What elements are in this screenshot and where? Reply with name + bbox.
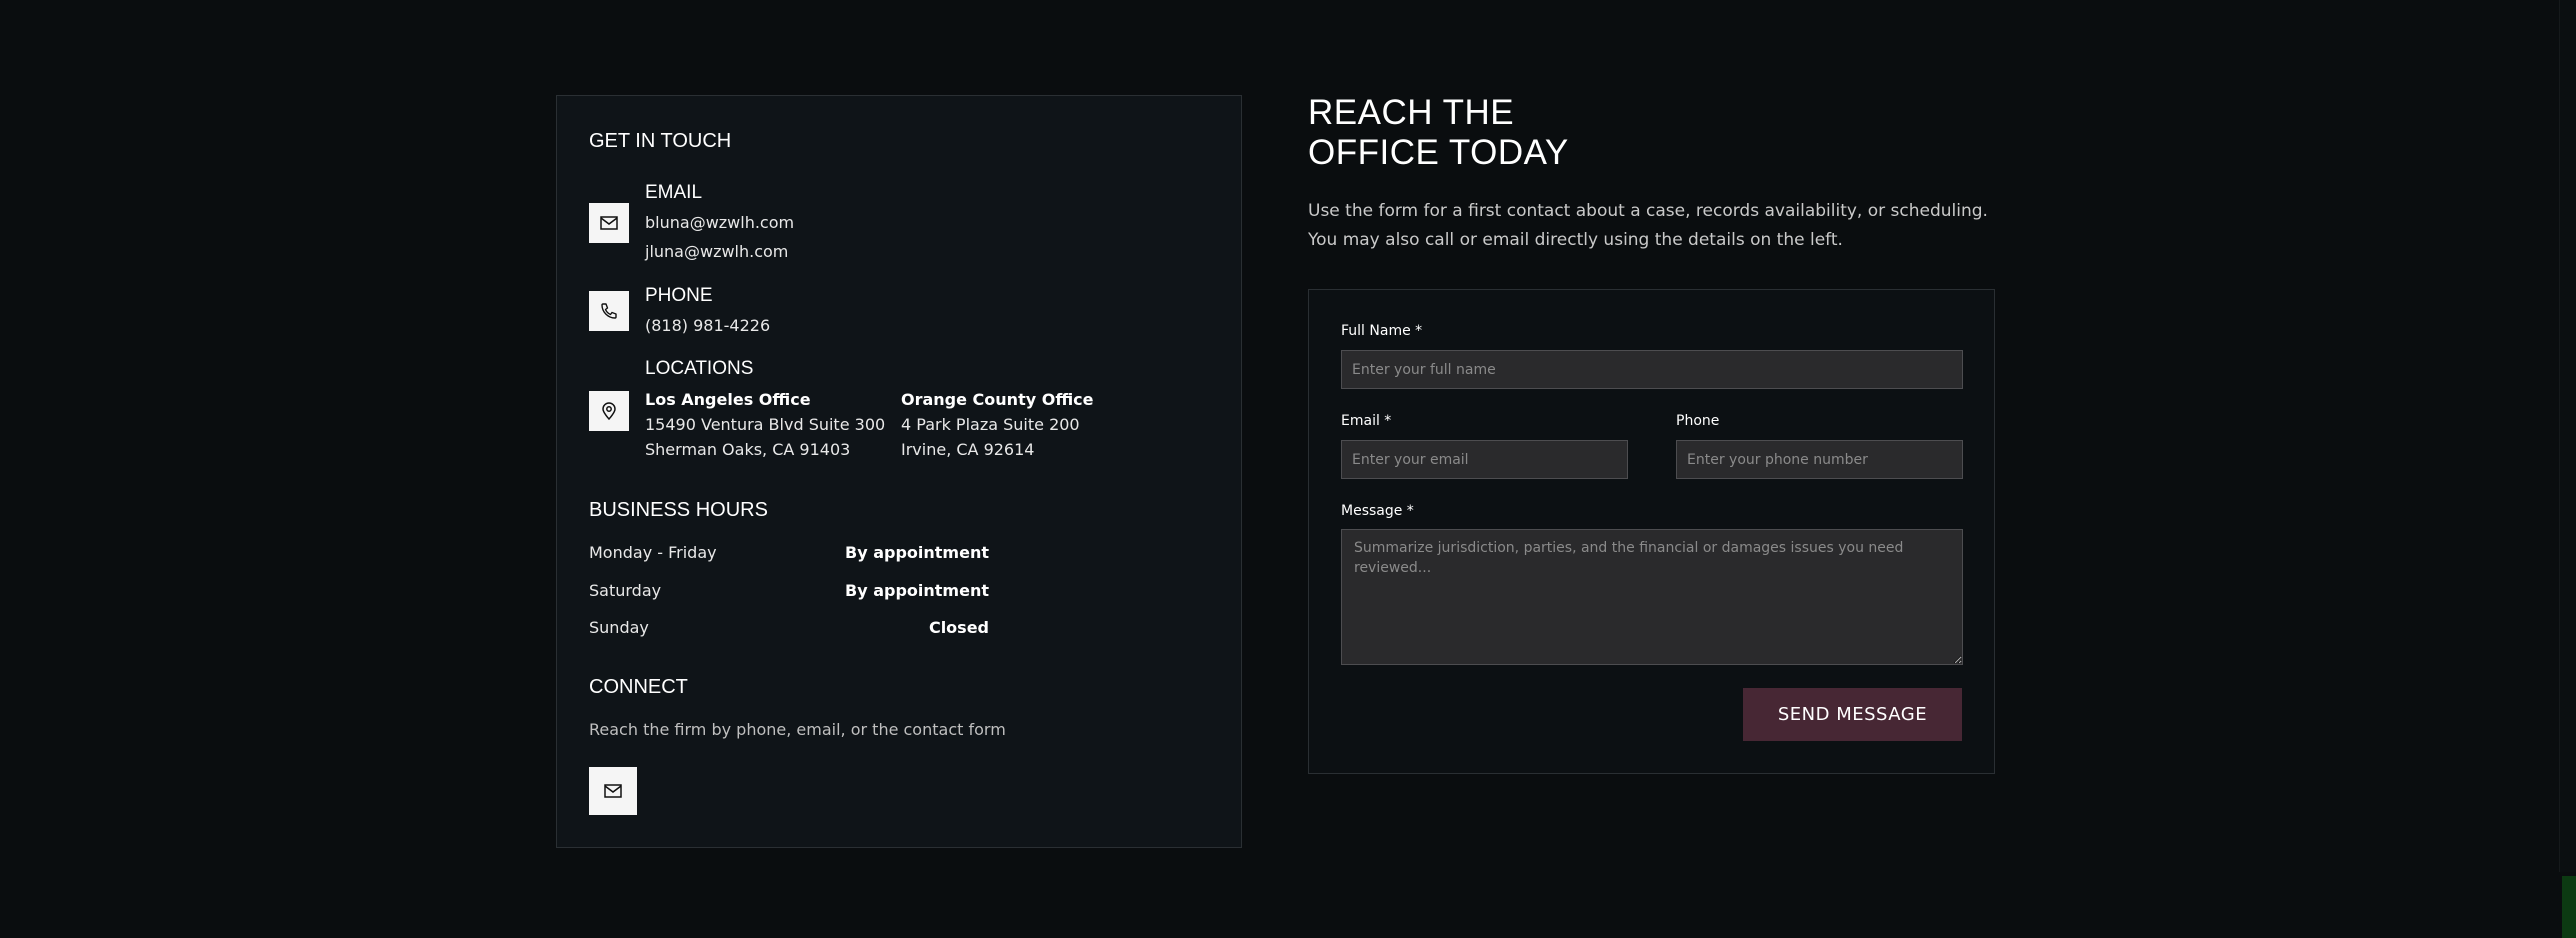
scrollbar[interactable] — [2559, 0, 2576, 872]
email-label: EMAIL — [645, 182, 703, 203]
hours-day-weekdays: Monday - Friday — [589, 543, 717, 562]
phone-label: PHONE — [645, 285, 713, 306]
page-title-line1: REACH THE — [1308, 93, 1515, 132]
connect-email-button[interactable] — [589, 767, 637, 815]
connect-text: Reach the firm by phone, email, or the c… — [589, 720, 1006, 739]
mail-icon — [604, 784, 622, 798]
intro-text: Use the form for a first contact about a… — [1308, 201, 1988, 250]
hours-value-weekdays: By appointment — [845, 543, 989, 562]
la-office-line2: Sherman Oaks, CA 91403 — [645, 440, 851, 459]
get-in-touch-heading: GET IN TOUCH — [589, 130, 732, 152]
mail-icon — [589, 203, 629, 243]
email-link-jluna[interactable]: jluna@wzwlh.com — [645, 242, 788, 261]
send-message-button[interactable]: SEND MESSAGE — [1743, 688, 1962, 741]
connect-heading: CONNECT — [589, 676, 688, 698]
page-title-line2: OFFICE TODAY — [1308, 133, 1569, 172]
message-label: Message * — [1341, 503, 1414, 519]
business-hours-heading: BUSINESS HOURS — [589, 499, 768, 521]
locations-label: LOCATIONS — [645, 358, 754, 379]
oc-office-line2: Irvine, CA 92614 — [901, 440, 1035, 459]
oc-office-name: Orange County Office — [901, 390, 1094, 409]
scrollbar-corner — [2562, 876, 2576, 938]
message-textarea[interactable] — [1341, 529, 1963, 665]
email-link-bluna[interactable]: bluna@wzwlh.com — [645, 213, 794, 232]
la-office-line1: 15490 Ventura Blvd Suite 300 — [645, 415, 886, 434]
full-name-label: Full Name * — [1341, 323, 1423, 339]
hours-day-sunday: Sunday — [589, 618, 649, 637]
oc-office-line1: 4 Park Plaza Suite 200 — [901, 415, 1080, 434]
full-name-input[interactable] — [1341, 350, 1963, 389]
hours-day-saturday: Saturday — [589, 581, 662, 600]
email-field-label: Email * — [1341, 413, 1392, 429]
email-input[interactable] — [1341, 440, 1628, 479]
phone-link[interactable]: (818) 981-4226 — [645, 316, 770, 335]
map-pin-icon — [589, 391, 629, 431]
la-office-name: Los Angeles Office — [645, 390, 811, 409]
hours-value-saturday: By appointment — [845, 581, 989, 600]
phone-input[interactable] — [1676, 440, 1963, 479]
phone-icon — [589, 291, 629, 331]
phone-field-label: Phone — [1676, 413, 1720, 429]
page-title: REACH THE OFFICE TODAY — [1308, 93, 1569, 173]
hours-value-sunday: Closed — [928, 618, 989, 637]
